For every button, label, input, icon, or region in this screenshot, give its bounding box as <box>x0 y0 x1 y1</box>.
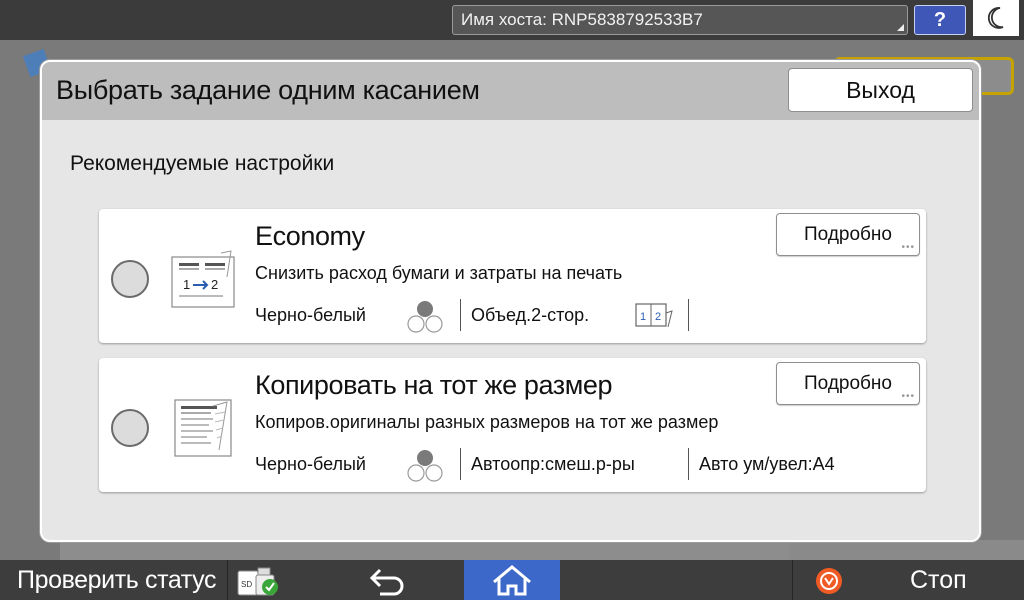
svg-text:2: 2 <box>211 277 218 292</box>
hostname-display[interactable]: Имя хоста: RNP5838792533B7 <box>452 5 908 35</box>
select-radio[interactable] <box>111 409 149 447</box>
card-description: Снизить расход бумаги и затраты на печат… <box>255 263 623 283</box>
sd-card-status-icon[interactable]: SD <box>236 565 280 597</box>
detail-button[interactable]: Подробно ••• <box>776 362 920 405</box>
hostname-text: Имя хоста: RNP5838792533B7 <box>461 10 703 29</box>
black-white-dots-icon <box>407 301 443 333</box>
svg-text:2: 2 <box>655 311 661 323</box>
background-panel <box>790 540 1024 560</box>
bottom-bar: Проверить статус SD Стоп <box>0 560 1024 600</box>
document-copy-icon <box>169 398 235 458</box>
card-title: Economy <box>255 221 365 251</box>
detail-button[interactable]: Подробно ••• <box>776 213 920 256</box>
check-status-button[interactable]: Проверить статус <box>0 560 228 600</box>
back-arrow-icon <box>369 568 404 596</box>
svg-text:1: 1 <box>640 311 646 323</box>
energy-saver-button[interactable] <box>973 0 1019 36</box>
more-dots-icon: ••• <box>901 242 915 253</box>
setting-color-mode: Черно-белый <box>255 454 366 474</box>
select-radio[interactable] <box>111 260 149 298</box>
divider <box>688 448 689 480</box>
svg-text:1: 1 <box>183 277 190 292</box>
dialog-title: Выбрать задание одним касанием <box>56 75 480 105</box>
preset-card-economy[interactable]: 1 2 Economy Снизить расход бумаги и затр… <box>99 209 926 343</box>
sd-badge: SD <box>241 580 252 589</box>
setting-zoom: Авто ум/увел:A4 <box>699 454 835 474</box>
detail-label: Подробно <box>804 224 892 245</box>
top-bar: Имя хоста: RNP5838792533B7 ? <box>0 0 1024 40</box>
duplex-pages-icon: 1 2 <box>635 303 673 328</box>
setting-original-size: Автоопр:смеш.р-ры <box>471 454 635 474</box>
card-settings: Черно-белый Объед.2-стор. 1 2 <box>255 295 915 335</box>
card-settings: Черно-белый Автоопр:смеш.р-ры Авто ум/ув… <box>255 444 915 484</box>
divider <box>688 299 689 331</box>
divider <box>460 299 461 331</box>
home-button[interactable] <box>464 560 560 600</box>
card-title: Копировать на тот же размер <box>255 370 613 400</box>
card-description: Копиров.оригиналы разных размеров на тот… <box>255 412 719 432</box>
one-touch-job-dialog: Выбрать задание одним касанием Выход Рек… <box>40 60 981 542</box>
expand-corner-icon <box>897 24 904 31</box>
detail-label: Подробно <box>804 373 892 394</box>
setting-duplex: Объед.2-стор. <box>471 305 590 325</box>
duplex-combine-icon: 1 2 <box>169 249 235 309</box>
stop-label: Стоп <box>910 566 967 594</box>
help-button[interactable]: ? <box>914 5 966 35</box>
more-dots-icon: ••• <box>901 391 915 402</box>
stop-icon <box>816 568 842 594</box>
home-icon <box>493 565 531 596</box>
divider <box>460 448 461 480</box>
preset-card-same-size[interactable]: Копировать на тот же размер Копиров.ориг… <box>99 358 926 492</box>
section-title: Рекомендуемые настройки <box>70 152 335 175</box>
background-tiles <box>60 540 790 560</box>
stop-button[interactable]: Стоп <box>792 560 1024 600</box>
setting-color-mode: Черно-белый <box>255 305 366 325</box>
black-white-dots-icon <box>407 450 443 482</box>
moon-icon <box>987 7 1004 29</box>
exit-button[interactable]: Выход <box>788 68 973 112</box>
back-button[interactable] <box>300 560 464 600</box>
dialog-header: Выбрать задание одним касанием Выход <box>42 62 979 120</box>
